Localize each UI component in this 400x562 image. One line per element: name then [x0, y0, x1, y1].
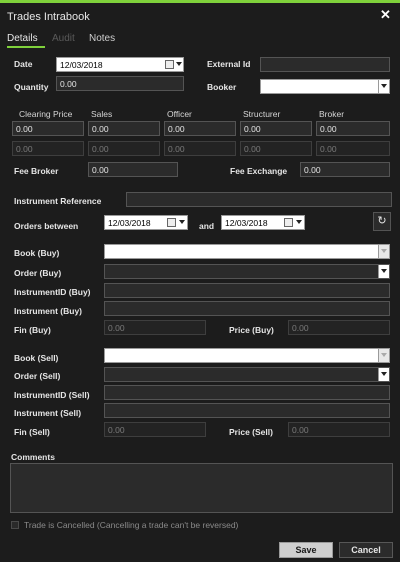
orders-to-date[interactable]: 12/03/2018: [221, 215, 305, 230]
fee-broker-input[interactable]: 0.00: [88, 162, 178, 177]
book-sell-dropdown-button[interactable]: [378, 349, 389, 362]
sales-input[interactable]: 0.00: [88, 121, 160, 136]
fin-sell-input: 0.00: [104, 422, 206, 437]
structurer-header: Structurer: [243, 109, 281, 119]
instrument-buy-label: Instrument (Buy): [14, 306, 82, 316]
date-picker[interactable]: 12/03/2018: [56, 57, 184, 72]
chevron-down-icon: [381, 269, 387, 273]
price-sell-label: Price (Sell): [229, 427, 273, 437]
order-sell-dropdown-button[interactable]: [378, 368, 389, 381]
trades-intrabook-dialog: Trades Intrabook ✕ Details Audit Notes D…: [0, 0, 400, 562]
fee-broker-label: Fee Broker: [14, 166, 59, 176]
save-button[interactable]: Save: [279, 542, 333, 558]
tab-details[interactable]: Details: [7, 33, 38, 44]
chevron-down-icon[interactable]: [179, 220, 185, 224]
booker-label: Booker: [207, 82, 237, 92]
booker-dropdown-button[interactable]: [378, 80, 389, 93]
orders-from-date[interactable]: 12/03/2018: [104, 215, 188, 230]
window-title: Trades Intrabook: [7, 11, 90, 23]
chevron-down-icon: [381, 353, 387, 357]
book-sell-label: Book (Sell): [14, 353, 59, 363]
price-buy-input: 0.00: [288, 320, 390, 335]
broker-header: Broker: [319, 109, 345, 119]
date-value: 12/03/2018: [60, 60, 103, 70]
chevron-down-icon: [381, 372, 387, 376]
instrument-reference-input[interactable]: [126, 192, 392, 207]
cancel-button[interactable]: Cancel: [339, 542, 393, 558]
officer-secondary: 0.00: [164, 141, 236, 156]
fee-exchange-label: Fee Exchange: [230, 166, 288, 176]
trade-cancelled-label: Trade is Cancelled (Cancelling a trade c…: [24, 520, 239, 530]
tab-audit: Audit: [52, 33, 75, 44]
orders-from-value: 12/03/2018: [108, 218, 151, 228]
chevron-down-icon[interactable]: [176, 62, 182, 66]
book-buy-label: Book (Buy): [14, 248, 60, 258]
clearing-price-secondary: 0.00: [12, 141, 84, 156]
officer-input[interactable]: 0.00: [164, 121, 236, 136]
instrument-id-buy-input[interactable]: [104, 283, 390, 298]
fin-sell-label: Fin (Sell): [14, 427, 50, 437]
officer-header: Officer: [167, 109, 192, 119]
instrument-reference-label: Instrument Reference: [14, 196, 102, 206]
external-id-label: External Id: [207, 59, 251, 69]
clearing-price-header: Clearing Price: [19, 109, 73, 119]
instrument-buy-input[interactable]: [104, 301, 390, 316]
structurer-input[interactable]: 0.00: [240, 121, 312, 136]
instrument-sell-label: Instrument (Sell): [14, 408, 82, 418]
chevron-down-icon: [381, 249, 387, 253]
order-buy-label: Order (Buy): [14, 268, 62, 278]
instrument-id-buy-label: InstrumentID (Buy): [14, 287, 91, 297]
comments-label: Comments: [11, 452, 55, 462]
book-sell-select[interactable]: [104, 348, 390, 363]
external-id-input[interactable]: [260, 57, 390, 72]
instrument-sell-input[interactable]: [104, 403, 390, 418]
date-label: Date: [14, 59, 33, 69]
close-icon[interactable]: ✕: [380, 7, 391, 23]
refresh-icon[interactable]: ↻: [373, 212, 391, 231]
sales-secondary: 0.00: [88, 141, 160, 156]
fin-buy-input: 0.00: [104, 320, 206, 335]
calendar-icon[interactable]: [284, 218, 293, 227]
book-buy-select[interactable]: [104, 244, 390, 259]
chevron-down-icon: [381, 84, 387, 88]
quantity-label: Quantity: [14, 82, 49, 92]
orders-between-label: Orders between: [14, 221, 79, 231]
active-tab-indicator: [7, 46, 45, 48]
quantity-input[interactable]: 0.00: [56, 76, 184, 91]
trade-cancelled-checkbox: [11, 521, 19, 529]
calendar-icon[interactable]: [167, 218, 176, 227]
book-buy-dropdown-button[interactable]: [378, 245, 389, 258]
fee-exchange-input[interactable]: 0.00: [300, 162, 390, 177]
comments-textarea[interactable]: [10, 463, 393, 513]
booker-select[interactable]: [260, 79, 390, 94]
calendar-icon[interactable]: [165, 60, 174, 69]
order-buy-select[interactable]: [104, 264, 390, 279]
tab-notes[interactable]: Notes: [89, 33, 115, 44]
price-sell-input: 0.00: [288, 422, 390, 437]
order-buy-dropdown-button[interactable]: [378, 265, 389, 278]
orders-to-value: 12/03/2018: [225, 218, 268, 228]
broker-secondary: 0.00: [316, 141, 390, 156]
order-sell-select[interactable]: [104, 367, 390, 382]
price-buy-label: Price (Buy): [229, 325, 274, 335]
sales-header: Sales: [91, 109, 113, 119]
instrument-id-sell-input[interactable]: [104, 385, 390, 400]
instrument-id-sell-label: InstrumentID (Sell): [14, 390, 90, 400]
fin-buy-label: Fin (Buy): [14, 325, 51, 335]
order-sell-label: Order (Sell): [14, 371, 61, 381]
and-label: and: [199, 221, 215, 231]
clearing-price-input[interactable]: 0.00: [12, 121, 84, 136]
chevron-down-icon[interactable]: [296, 220, 302, 224]
broker-input[interactable]: 0.00: [316, 121, 390, 136]
structurer-secondary: 0.00: [240, 141, 312, 156]
